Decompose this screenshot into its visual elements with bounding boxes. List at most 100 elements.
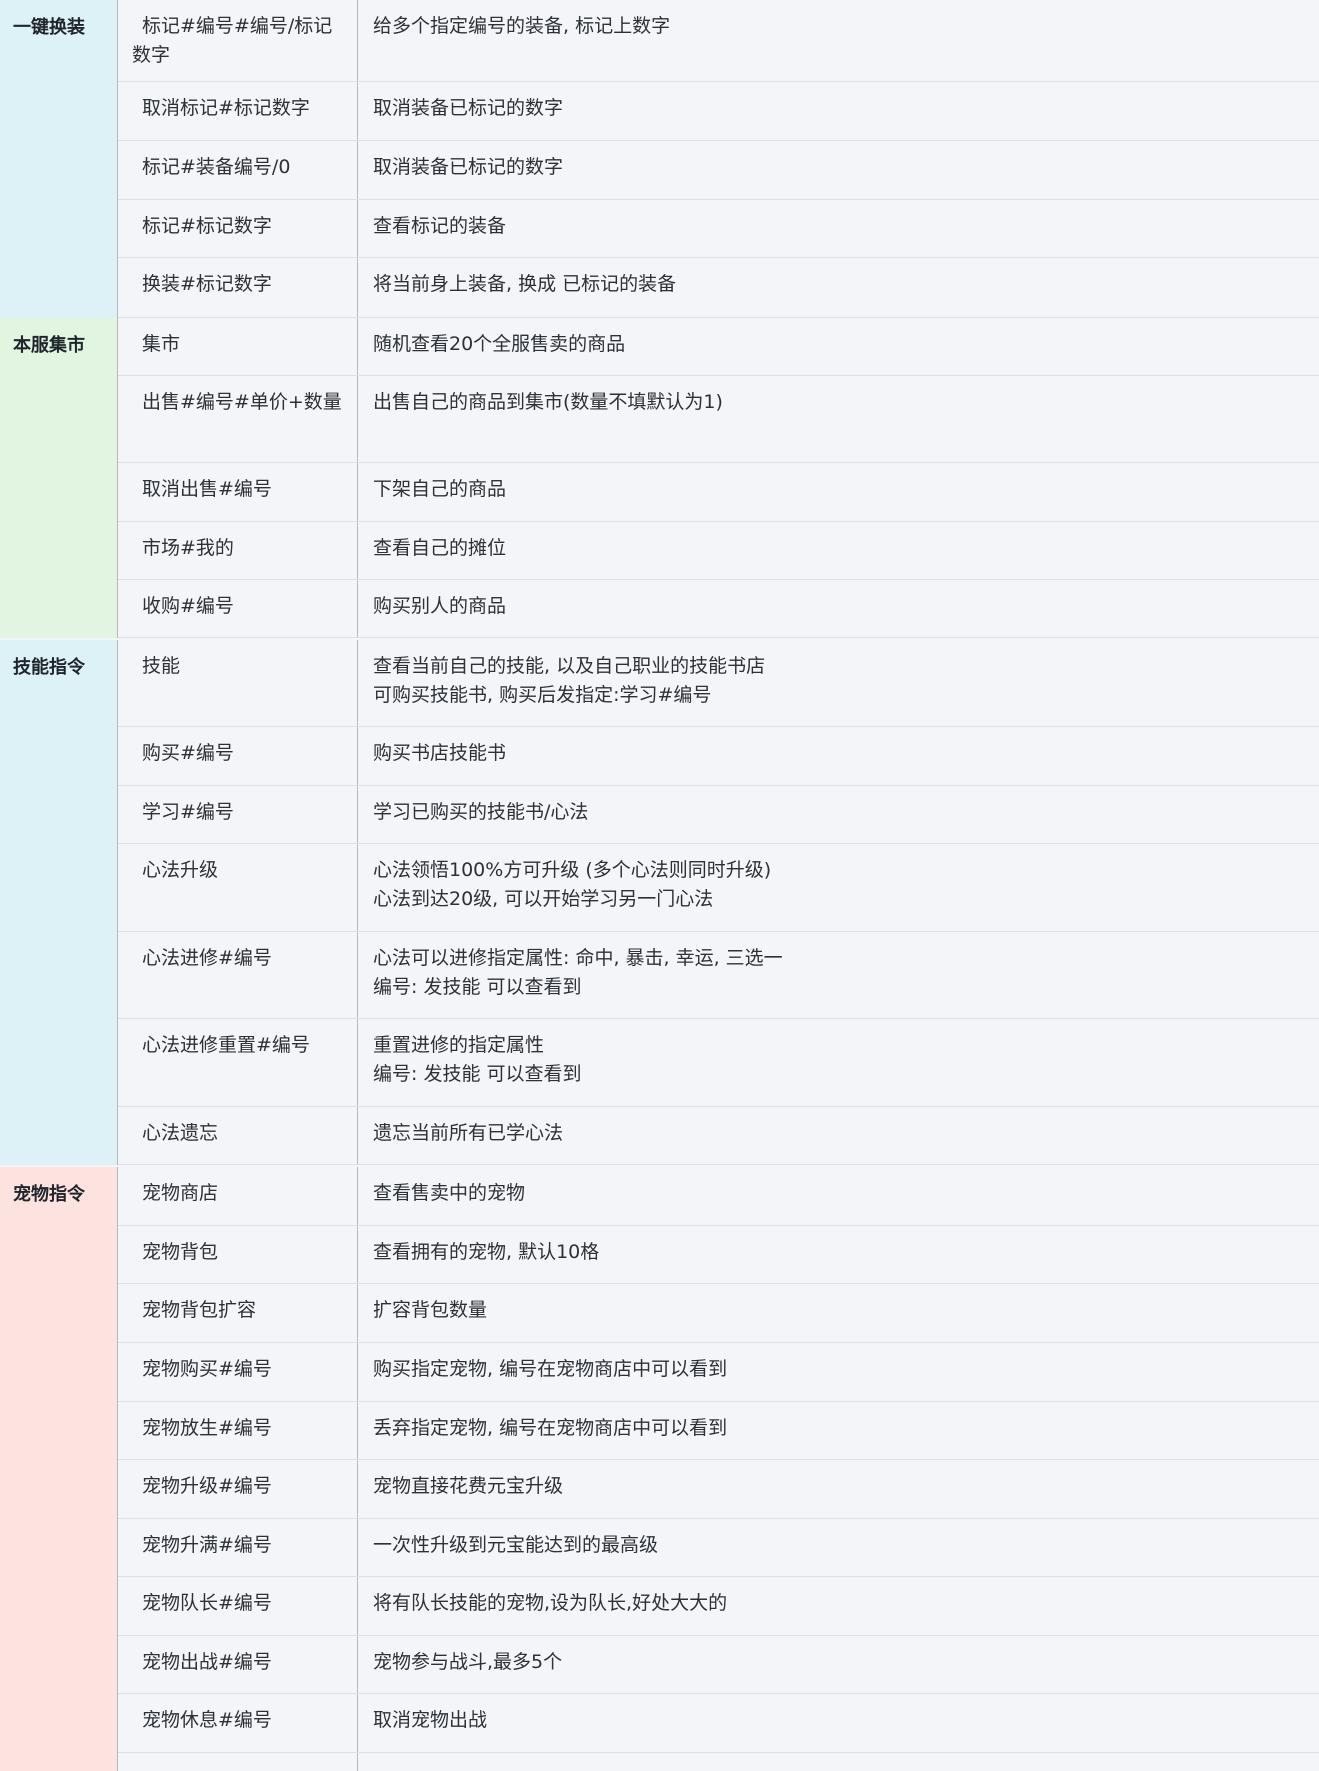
group-label: 本服集市 [0, 318, 118, 638]
table-row: 收购#编号 购买别人的商品 [118, 580, 1319, 638]
description-line: 查看标记的装备 [373, 215, 507, 237]
table-row: 标记#编号#编号/标记数字 给多个指定编号的装备, 标记上数字 [118, 0, 1319, 82]
table-row: 宠物升级#编号 宠物直接花费元宝升级 [118, 1460, 1319, 1519]
command-cell: 集市 [118, 318, 358, 375]
command-cell: 宠物休息#编号 [118, 1694, 358, 1752]
description-cell: 宠物参与战斗,最多5个 [358, 1636, 1319, 1693]
table-row: 宠物购买#编号 购买指定宠物, 编号在宠物商店中可以看到 [118, 1343, 1319, 1402]
description-cell: 查看当前自己的技能, 以及自己职业的技能书店 可购买技能书, 购买后发指定:学习#… [358, 640, 1319, 726]
table-row: 换装#标记数字 将当前身上装备, 换成 已标记的装备 [118, 258, 1319, 318]
description-cell: 购买别人的商品 [358, 580, 1319, 637]
command-cell: 宠物放生#编号 [118, 1402, 358, 1459]
command-group: 宠物指令 宠物商店 查看售卖中的宠物 宠物背包 查看拥有的宠物, 默认10格 宠物背包扩容… [0, 1167, 1319, 1771]
description-cell: 取消装备已标记的数字 [358, 141, 1319, 199]
table-row [118, 1753, 1319, 1771]
description-line: 将有队长技能的宠物,设为队长,好处大大的 [373, 1592, 728, 1614]
command-cell: 取消标记#标记数字 [118, 82, 358, 140]
group-label: 技能指令 [0, 640, 118, 1165]
table-row: 出售#编号#单价+数量 出售自己的商品到集市(数量不填默认为1) [118, 376, 1319, 463]
table-row: 宠物放生#编号 丢弃指定宠物, 编号在宠物商店中可以看到 [118, 1402, 1319, 1460]
description-line: 下架自己的商品 [373, 478, 507, 500]
table-row: 心法遗忘 遗忘当前所有已学心法 [118, 1107, 1319, 1165]
table-row: 取消出售#编号 下架自己的商品 [118, 463, 1319, 522]
command-cell: 标记#装备编号/0 [118, 141, 358, 199]
command-cell: 宠物升级#编号 [118, 1460, 358, 1518]
command-cell: 宠物升满#编号 [118, 1519, 358, 1576]
description-line: 编号: 发技能 可以查看到 [373, 1063, 582, 1085]
command-group: 技能指令 技能 查看当前自己的技能, 以及自己职业的技能书店 可购买技能书, 购买后发… [0, 640, 1319, 1165]
description-cell: 查看拥有的宠物, 默认10格 [358, 1226, 1319, 1283]
command-cell: 宠物商店 [118, 1167, 358, 1225]
table-row: 取消标记#标记数字 取消装备已标记的数字 [118, 82, 1319, 141]
description-line: 查看拥有的宠物, 默认10格 [373, 1241, 600, 1263]
command-cell: 心法遗忘 [118, 1107, 358, 1164]
description-cell: 学习已购买的技能书/心法 [358, 786, 1319, 843]
command-cell: 标记#编号#编号/标记数字 [118, 0, 358, 81]
command-cell: 宠物背包 [118, 1226, 358, 1283]
description-line: 购买指定宠物, 编号在宠物商店中可以看到 [373, 1358, 728, 1380]
description-cell: 扩容背包数量 [358, 1284, 1319, 1342]
group-label: 一键换装 [0, 0, 118, 318]
command-cell: 心法进修#编号 [118, 932, 358, 1018]
description-cell: 下架自己的商品 [358, 463, 1319, 521]
description-cell: 重置进修的指定属性编号: 发技能 可以查看到 [358, 1019, 1319, 1106]
command-cell: 换装#标记数字 [118, 258, 358, 317]
description-line: 一次性升级到元宝能达到的最高级 [373, 1534, 659, 1556]
description-line: 查看自己的摊位 [373, 537, 507, 559]
table-row: 标记#标记数字 查看标记的装备 [118, 200, 1319, 258]
description-line: 随机查看20个全服售卖的商品 [373, 333, 626, 355]
description-line: 购买别人的商品 [373, 595, 507, 617]
table-row: 宠物背包扩容 扩容背包数量 [118, 1284, 1319, 1343]
command-cell: 学习#编号 [118, 786, 358, 843]
command-cell [118, 1753, 358, 1771]
description-line: 宠物参与战斗,最多5个 [373, 1651, 563, 1673]
command-cell: 宠物背包扩容 [118, 1284, 358, 1342]
command-cell: 宠物出战#编号 [118, 1636, 358, 1693]
description-cell: 取消装备已标记的数字 [358, 82, 1319, 140]
table-row: 技能 查看当前自己的技能, 以及自己职业的技能书店 可购买技能书, 购买后发指定:学… [118, 640, 1319, 727]
command-cell: 宠物队长#编号 [118, 1577, 358, 1635]
table-row: 心法进修#编号 心法可以进修指定属性: 命中, 暴击, 幸运, 三选一 编号: 发技… [118, 932, 1319, 1019]
description-cell: 购买书店技能书 [358, 727, 1319, 785]
table-row: 购买#编号 购买书店技能书 [118, 727, 1319, 786]
table-row: 宠物休息#编号 取消宠物出战 [118, 1694, 1319, 1753]
command-group: 一键换装 标记#编号#编号/标记数字 给多个指定编号的装备, 标记上数字 取消标记#标… [0, 0, 1319, 318]
description-line: 取消装备已标记的数字 [373, 156, 564, 178]
command-cell: 宠物购买#编号 [118, 1343, 358, 1401]
table-row: 标记#装备编号/0 取消装备已标记的数字 [118, 141, 1319, 200]
table-row: 宠物商店 查看售卖中的宠物 [118, 1167, 1319, 1226]
description-cell: 给多个指定编号的装备, 标记上数字 [358, 0, 1319, 81]
description-cell: 将有队长技能的宠物,设为队长,好处大大的 [358, 1577, 1319, 1635]
description-line: 编号: 发技能 可以查看到 [373, 976, 582, 998]
description-line: 取消装备已标记的数字 [373, 97, 564, 119]
description-line: 重置进修的指定属性 [373, 1034, 545, 1056]
description-line: 将当前身上装备, 换成 已标记的装备 [373, 273, 677, 295]
description-cell: 一次性升级到元宝能达到的最高级 [358, 1519, 1319, 1576]
description-line: 出售自己的商品到集市(数量不填默认为1) [373, 391, 723, 413]
table-row: 市场#我的 查看自己的摊位 [118, 522, 1319, 580]
command-cell: 收购#编号 [118, 580, 358, 637]
table-row: 心法升级 心法领悟100%方可升级 (多个心法则同时升级) 心法到达20级, 可以开… [118, 844, 1319, 932]
description-line: 心法领悟100%方可升级 (多个心法则同时升级) [373, 859, 772, 881]
description-line: 宠物直接花费元宝升级 [373, 1475, 564, 1497]
command-cell: 标记#标记数字 [118, 200, 358, 257]
description-cell: 宠物直接花费元宝升级 [358, 1460, 1319, 1518]
table-row: 宠物队长#编号 将有队长技能的宠物,设为队长,好处大大的 [118, 1577, 1319, 1636]
command-cell: 心法升级 [118, 844, 358, 931]
group-label: 宠物指令 [0, 1167, 118, 1771]
command-cell: 出售#编号#单价+数量 [118, 376, 358, 462]
description-line: 心法可以进修指定属性: 命中, 暴击, 幸运, 三选一 [373, 947, 783, 969]
description-cell: 随机查看20个全服售卖的商品 [358, 318, 1319, 375]
command-cell: 购买#编号 [118, 727, 358, 785]
description-line: 给多个指定编号的装备, 标记上数字 [373, 15, 671, 37]
command-cell: 市场#我的 [118, 522, 358, 579]
description-line: 查看当前自己的技能, 以及自己职业的技能书店 [373, 655, 766, 677]
description-cell: 查看标记的装备 [358, 200, 1319, 257]
description-cell: 购买指定宠物, 编号在宠物商店中可以看到 [358, 1343, 1319, 1401]
table-row: 宠物出战#编号 宠物参与战斗,最多5个 [118, 1636, 1319, 1694]
description-line: 购买书店技能书 [373, 742, 507, 764]
description-line: 可购买技能书, 购买后发指定:学习#编号 [373, 684, 712, 706]
command-cell: 技能 [118, 640, 358, 726]
table-row: 宠物背包 查看拥有的宠物, 默认10格 [118, 1226, 1319, 1284]
description-cell: 查看售卖中的宠物 [358, 1167, 1319, 1225]
